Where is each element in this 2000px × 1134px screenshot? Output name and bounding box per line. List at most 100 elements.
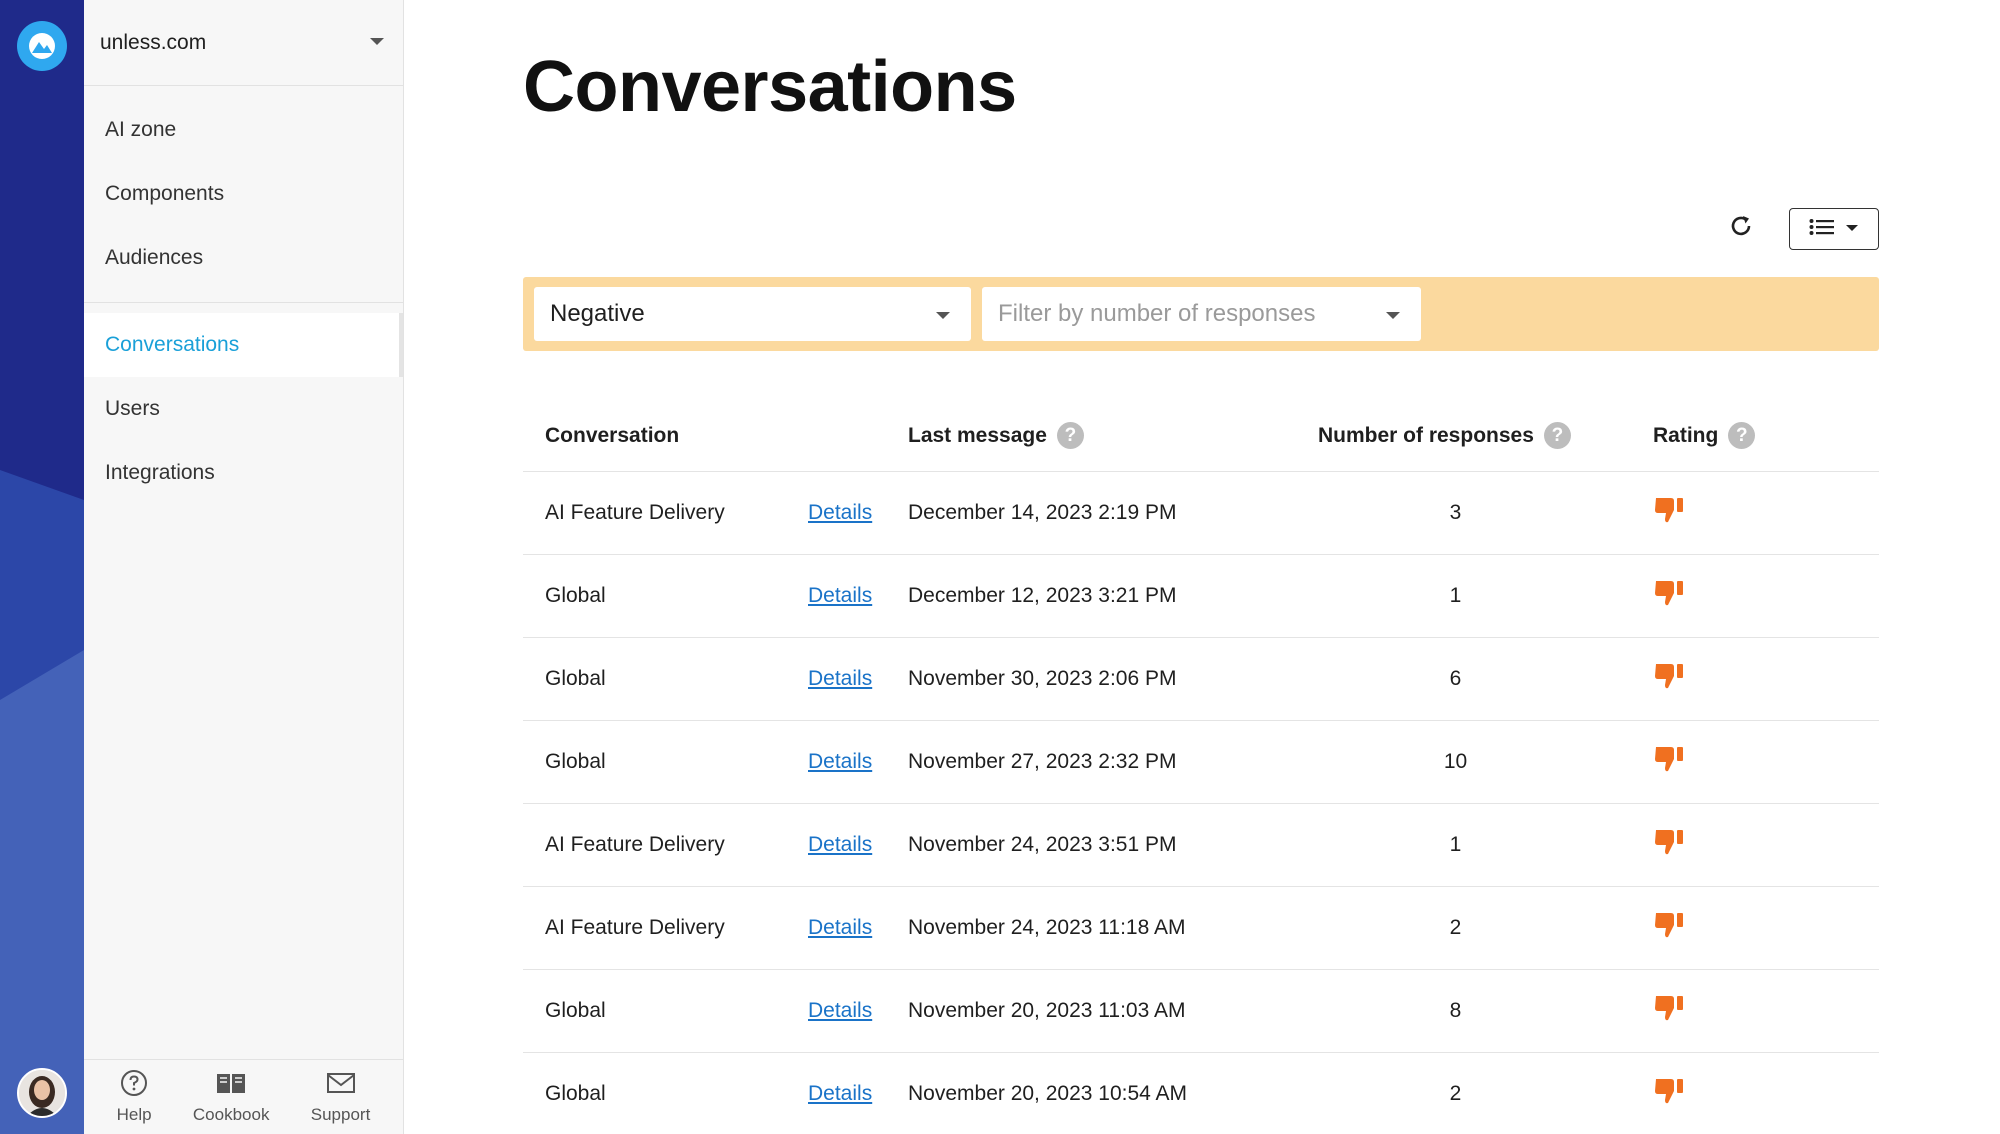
workspace-name: unless.com xyxy=(100,30,207,54)
conversation-name: Global xyxy=(545,584,606,607)
page-title: Conversations xyxy=(523,47,1017,127)
thumbs-down-icon xyxy=(1653,744,1685,774)
table-body: AI Feature Delivery Details December 14, 2… xyxy=(523,472,1879,1134)
rating-filter-select[interactable]: Negative xyxy=(534,287,971,341)
rating-cell xyxy=(1653,495,1879,531)
book-icon xyxy=(215,1069,247,1102)
column-header-label: Rating xyxy=(1653,423,1719,447)
sidebar-item-label: Integrations xyxy=(105,461,215,484)
response-count: 3 xyxy=(1449,501,1462,524)
sidebar-item-audiences[interactable]: Audiences xyxy=(84,226,403,290)
details-link[interactable]: Details xyxy=(808,833,872,856)
sidebar-item-label: Components xyxy=(105,182,225,205)
column-header-responses[interactable]: Number of responses ? xyxy=(1318,422,1653,449)
refresh-icon xyxy=(1728,213,1754,244)
sidebar-item-conversations[interactable]: Conversations xyxy=(84,313,403,377)
table-row: Global Details November 27, 2023 2:32 PM 10 xyxy=(523,721,1879,804)
help-button[interactable]: Help xyxy=(117,1069,152,1125)
column-header-label: Last message xyxy=(908,423,1047,447)
response-count: 1 xyxy=(1449,584,1462,607)
question-circle-icon[interactable]: ? xyxy=(1056,422,1084,449)
details-link[interactable]: Details xyxy=(808,999,872,1022)
sidebar-footer: Help Cookbook Support xyxy=(84,1059,403,1134)
cookbook-button[interactable]: Cookbook xyxy=(192,1069,270,1125)
details-link[interactable]: Details xyxy=(808,750,872,773)
details-link[interactable]: Details xyxy=(808,1082,872,1105)
column-header-rating[interactable]: Rating ? xyxy=(1653,422,1879,449)
list-view-icon xyxy=(1809,218,1835,241)
rating-filter-value: Negative xyxy=(550,300,645,327)
response-count: 8 xyxy=(1449,999,1462,1022)
details-link[interactable]: Details xyxy=(808,501,872,524)
sidebar-item-label: Audiences xyxy=(105,246,204,269)
mail-icon xyxy=(326,1069,356,1102)
details-cell: Details xyxy=(808,584,908,608)
column-header-label: Number of responses xyxy=(1318,423,1534,447)
user-avatar[interactable] xyxy=(17,1068,67,1118)
sidebar-item-integrations[interactable]: Integrations xyxy=(84,441,403,505)
question-circle-icon[interactable]: ? xyxy=(1728,422,1756,449)
thumbs-down-icon xyxy=(1653,1076,1685,1106)
sidebar-item-ai-zone[interactable]: AI zone xyxy=(84,98,403,162)
responses-filter-placeholder: Filter by number of responses xyxy=(998,300,1316,327)
details-link[interactable]: Details xyxy=(808,916,872,939)
filter-bar: Negative Filter by number of responses xyxy=(523,277,1879,351)
column-header-conversation[interactable]: Conversation xyxy=(523,424,808,448)
conversation-name: Global xyxy=(545,1082,606,1105)
table-row: Global Details November 30, 2023 2:06 PM 6 xyxy=(523,638,1879,721)
details-cell: Details xyxy=(808,1082,908,1106)
thumbs-down-icon xyxy=(1653,827,1685,857)
last-message-date: November 24, 2023 3:51 PM xyxy=(908,833,1177,856)
table-row: Global Details November 20, 2023 10:54 AM 2 xyxy=(523,1053,1879,1134)
last-message-date: November 27, 2023 2:32 PM xyxy=(908,750,1177,773)
thumbs-down-icon xyxy=(1653,661,1685,691)
response-count: 2 xyxy=(1449,1082,1462,1105)
caret-down-icon xyxy=(1385,300,1401,328)
last-message-date: November 20, 2023 10:54 AM xyxy=(908,1082,1188,1105)
conversation-name: Global xyxy=(545,999,606,1022)
conversation-name: AI Feature Delivery xyxy=(545,501,725,524)
response-count: 1 xyxy=(1449,833,1462,856)
rating-cell xyxy=(1653,1076,1879,1112)
rating-cell xyxy=(1653,578,1879,614)
help-label: Help xyxy=(116,1105,152,1124)
thumbs-down-icon xyxy=(1653,495,1685,525)
table-row: AI Feature Delivery Details December 14, 2… xyxy=(523,472,1879,555)
details-cell: Details xyxy=(808,999,908,1023)
conversation-name: AI Feature Delivery xyxy=(545,833,725,856)
view-options-button[interactable] xyxy=(1789,208,1879,250)
nav-primary: AI zone Components Audiences xyxy=(84,86,403,303)
thumbs-down-icon xyxy=(1653,910,1685,940)
nav-secondary: Conversations Users Integrations xyxy=(84,303,403,517)
details-cell: Details xyxy=(808,916,908,940)
rating-cell xyxy=(1653,993,1879,1029)
unless-logo-icon[interactable] xyxy=(17,21,67,71)
support-button[interactable]: Support xyxy=(311,1069,370,1125)
sidebar-item-components[interactable]: Components xyxy=(84,162,403,226)
refresh-button[interactable] xyxy=(1725,212,1757,244)
last-message-date: December 12, 2023 3:21 PM xyxy=(908,584,1177,607)
app-rail xyxy=(0,0,84,1134)
rating-cell xyxy=(1653,661,1879,697)
details-cell: Details xyxy=(808,501,908,525)
last-message-date: November 30, 2023 2:06 PM xyxy=(908,667,1177,690)
responses-filter-select[interactable]: Filter by number of responses xyxy=(982,287,1421,341)
sidebar-item-users[interactable]: Users xyxy=(84,377,403,441)
sidebar: unless.com AI zone Components Audiences … xyxy=(84,0,404,1134)
column-header-last-message[interactable]: Last message ? xyxy=(908,422,1318,449)
question-circle-icon xyxy=(120,1069,148,1102)
rating-cell xyxy=(1653,744,1879,780)
last-message-date: November 20, 2023 11:03 AM xyxy=(908,999,1186,1022)
details-link[interactable]: Details xyxy=(808,667,872,690)
column-header-label: Conversation xyxy=(545,423,680,447)
details-link[interactable]: Details xyxy=(808,584,872,607)
table-row: AI Feature Delivery Details November 24, 2… xyxy=(523,887,1879,970)
workspace-switcher[interactable]: unless.com xyxy=(84,0,403,86)
conversation-name: AI Feature Delivery xyxy=(545,916,725,939)
sidebar-item-label: Conversations xyxy=(105,333,240,356)
response-count: 6 xyxy=(1449,667,1462,690)
question-circle-icon[interactable]: ? xyxy=(1543,422,1571,449)
cookbook-label: Cookbook xyxy=(192,1105,270,1124)
rating-cell xyxy=(1653,910,1879,946)
rating-cell xyxy=(1653,827,1879,863)
